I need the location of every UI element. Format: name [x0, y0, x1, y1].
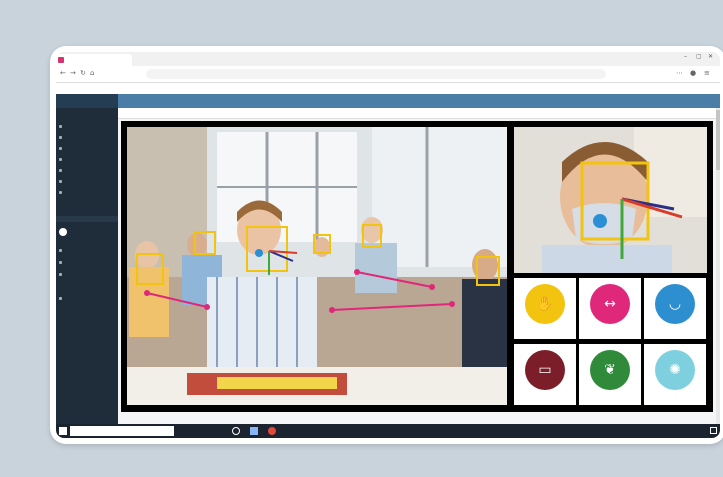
app-header: [56, 94, 720, 108]
close-icon[interactable]: ✕: [708, 53, 713, 60]
page-bar: [118, 108, 720, 119]
sidebar-item[interactable]: [59, 155, 64, 163]
camera-view: ✋ ↔ ◡ ▭ ❦ ✺: [121, 121, 713, 412]
menu-item-icon: [59, 272, 62, 276]
tile-virus[interactable]: ✺: [644, 344, 706, 405]
favicon-icon: [58, 57, 64, 63]
menu-item-icon: [59, 135, 62, 139]
tile-hand-sanitizer[interactable]: ✋: [514, 278, 576, 339]
tile-face-mask[interactable]: ◡: [644, 278, 706, 339]
classroom-camera-feed: [127, 127, 507, 405]
social-distance-icon: ↔: [590, 284, 630, 324]
sidebar-item[interactable]: [59, 188, 64, 196]
taskbar-search[interactable]: [70, 426, 174, 436]
notification-icon[interactable]: [710, 427, 717, 434]
user-avatar[interactable]: [59, 228, 67, 236]
tile-lungs[interactable]: ❦: [579, 344, 641, 405]
maximize-icon[interactable]: ▢: [696, 53, 702, 60]
menu-item-icon: [59, 296, 62, 300]
menu-item-icon: [59, 248, 62, 252]
refresh-icon[interactable]: ↻: [80, 69, 86, 77]
menu-item-icon: [59, 168, 62, 172]
file-explorer-icon[interactable]: [250, 427, 258, 435]
browser-tab[interactable]: [56, 54, 132, 66]
menu-item-icon: [59, 260, 62, 264]
menu-item-icon: [59, 190, 62, 194]
address-bar: ← → ↻ ⌂ ⋯ ● ≡: [56, 66, 720, 83]
menu-item-icon: [59, 179, 62, 183]
main-content: ✋ ↔ ◡ ▭ ❦ ✺: [118, 108, 720, 424]
virus-icon: ✺: [655, 350, 695, 390]
sidebar-item[interactable]: [59, 144, 64, 152]
face-closeup-feed: [514, 127, 707, 273]
hand-sanitizer-icon: ✋: [525, 284, 565, 324]
tile-social-distance[interactable]: ↔: [579, 278, 641, 339]
sidebar-item[interactable]: [59, 133, 64, 141]
chrome-icon[interactable]: [268, 427, 276, 435]
tile-temperature[interactable]: ▭: [514, 344, 576, 405]
forward-icon[interactable]: →: [70, 69, 76, 77]
menu-item-icon: [59, 124, 62, 128]
browser-tabstrip: – ▢ ✕: [56, 52, 720, 66]
temperature-icon: ▭: [525, 350, 565, 390]
sidebar-item[interactable]: [59, 122, 64, 130]
scrollbar-thumb[interactable]: [716, 110, 720, 170]
sidebar-item[interactable]: [59, 166, 64, 174]
minimize-icon[interactable]: –: [684, 53, 687, 60]
sidebar-item[interactable]: [59, 258, 64, 266]
home-icon[interactable]: ⌂: [90, 69, 94, 77]
screen: – ▢ ✕ ← → ↻ ⌂ ⋯ ● ≡ ✋ ↔ ◡ ▭ ❦ ✺: [56, 52, 720, 438]
extensions-icon[interactable]: ⋯: [676, 69, 683, 77]
menu-item-icon: [59, 157, 62, 161]
url-field[interactable]: [146, 69, 606, 79]
sidebar-item[interactable]: [59, 246, 64, 254]
menu-icon[interactable]: ≡: [704, 69, 710, 77]
sidebar: [56, 108, 118, 424]
app-brand[interactable]: [56, 94, 118, 108]
back-icon[interactable]: ←: [60, 69, 66, 77]
menu-item-icon: [59, 146, 62, 150]
lungs-icon: ❦: [590, 350, 630, 390]
sidebar-item[interactable]: [59, 294, 64, 302]
face-mask-icon: ◡: [655, 284, 695, 324]
taskbar: [56, 424, 720, 438]
sidebar-item[interactable]: [59, 270, 64, 278]
laptop-frame: – ▢ ✕ ← → ↻ ⌂ ⋯ ● ≡ ✋ ↔ ◡ ▭ ❦ ✺: [50, 46, 723, 444]
page-scrollbar[interactable]: [716, 108, 720, 424]
task-view-icon[interactable]: [232, 427, 240, 435]
windows-start-icon[interactable]: [59, 427, 67, 435]
profile-icon[interactable]: ●: [690, 69, 696, 77]
sidebar-item[interactable]: [59, 177, 64, 185]
sidebar-divider: [56, 216, 118, 222]
safety-icon-grid: ✋ ↔ ◡ ▭ ❦ ✺: [514, 278, 707, 405]
